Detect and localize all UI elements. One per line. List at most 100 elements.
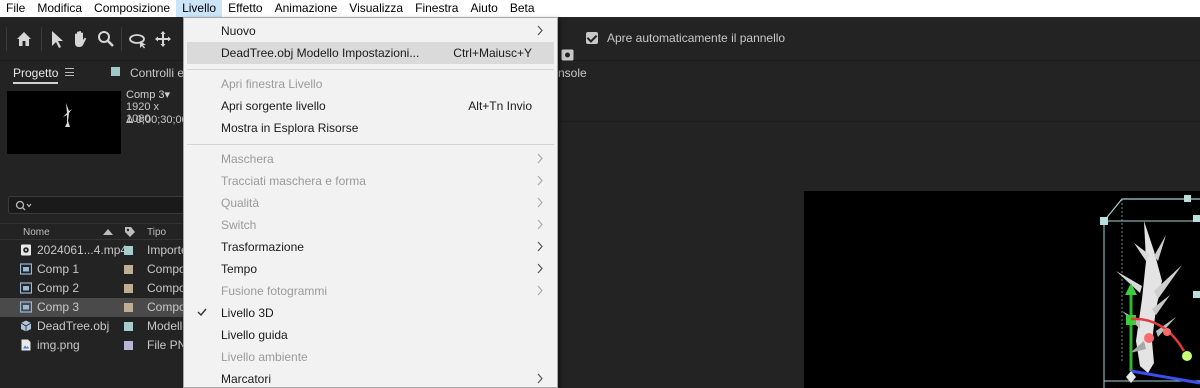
menu-finestra[interactable]: Finestra	[409, 0, 464, 17]
menu-item-label: Switch	[221, 218, 257, 232]
project-item[interactable]: 2024061...4.mp4 Importer	[0, 241, 184, 260]
menu-effetto[interactable]: Effetto	[222, 0, 268, 17]
search-icon	[15, 200, 32, 211]
home-icon[interactable]	[14, 29, 34, 49]
hand-tool-icon[interactable]	[70, 29, 90, 49]
menu-animazione[interactable]: Animazione	[269, 0, 344, 17]
tree-thumbnail-icon	[63, 103, 72, 127]
project-item-type: Modello	[147, 319, 184, 333]
orbit-camera-icon[interactable]	[128, 29, 148, 49]
project-item-name: 2024061...4.mp4	[37, 243, 128, 257]
project-item[interactable]: DeadTree.obj Modello	[0, 317, 184, 336]
menu-item-label: Marcatori	[221, 372, 272, 386]
comp-thumbnail	[7, 91, 121, 154]
auto-open-checkbox[interactable]	[586, 32, 598, 44]
menu-modifica[interactable]: Modifica	[31, 0, 88, 17]
toolbar-divider	[41, 27, 42, 51]
menu-aiuto[interactable]: Aiuto	[464, 0, 503, 17]
menu-item-shortcut: Ctrl+Maiusc+Y	[453, 46, 532, 60]
video-file-icon	[21, 244, 31, 256]
label-color-swatch[interactable]	[124, 284, 133, 293]
menu-item-label: Fusione fotogrammi	[221, 284, 328, 298]
menu-item-nuovo[interactable]: Nuovo	[184, 20, 557, 42]
label-tag-icon[interactable]	[124, 226, 136, 238]
menu-item-model-settings[interactable]: DeadTree.obj Modello Impostazioni... Ctr…	[187, 42, 554, 64]
sort-ascending-icon[interactable]	[103, 228, 113, 236]
menu-item-apri-sorgente-livello[interactable]: Apri sorgente livello Alt+Tn Invio	[184, 95, 557, 117]
comp-duration: Δ 0;00;30;00	[126, 114, 184, 126]
project-item-name: Comp 2	[37, 281, 80, 295]
submenu-arrow-icon	[537, 25, 543, 36]
menu-item-qualita: Qualità	[184, 192, 557, 214]
tab-project[interactable]: Progetto	[13, 66, 59, 84]
toolbar-grip	[6, 27, 7, 51]
project-item[interactable]: img.png File PNG	[0, 336, 184, 355]
project-item-name: img.png	[37, 338, 80, 352]
composition-icon	[20, 263, 32, 275]
menu-item-label: Livello 3D	[221, 306, 274, 320]
menu-item-label: Tempo	[221, 262, 258, 276]
menu-bar: File Modifica Composizione Livello Effet…	[0, 0, 1200, 17]
submenu-arrow-icon	[537, 153, 543, 164]
column-type[interactable]: Tipo	[147, 227, 166, 238]
selection-tool-icon[interactable]	[47, 29, 67, 49]
menu-item-marcatori[interactable]: Marcatori	[184, 368, 557, 387]
submenu-arrow-icon	[537, 197, 543, 208]
menu-item-mostra-esplora-risorse[interactable]: Mostra in Esplora Risorse	[184, 117, 557, 139]
menu-item-livello-ambiente: Livello ambiente	[184, 346, 557, 368]
snapshot-icon[interactable]	[561, 48, 574, 61]
menu-separator	[187, 144, 554, 145]
menu-item-trasformazione[interactable]: Trasformazione	[184, 236, 557, 258]
composition-icon	[20, 301, 32, 313]
project-item-type: Composizione	[147, 281, 184, 295]
menu-item-label: Tracciati maschera e forma	[221, 174, 366, 188]
auto-open-panel-toggle[interactable]: Apre automaticamente il pannello	[586, 31, 785, 45]
label-color-swatch[interactable]	[124, 246, 133, 255]
project-panel: Comp 3▾ 1920 x 1080 Δ 0;00;30;00 Nome Ti…	[0, 84, 184, 388]
label-color-swatch[interactable]	[124, 341, 133, 350]
viewer-header	[558, 84, 1200, 122]
menu-item-label: Livello ambiente	[221, 350, 308, 364]
tab-effect-controls[interactable]: Controlli effetti	[130, 66, 183, 80]
menu-livello[interactable]: Livello	[176, 0, 223, 17]
zoom-tool-icon[interactable]	[96, 29, 116, 49]
project-item-selected[interactable]: Comp 3 Composizione	[0, 298, 184, 317]
project-item[interactable]: Comp 1 Composizione	[0, 260, 184, 279]
checkmark-icon	[197, 308, 207, 316]
menu-item-fusione-fotogrammi: Fusione fotogrammi	[184, 280, 557, 302]
menu-item-tempo[interactable]: Tempo	[184, 258, 557, 280]
project-item-type: Composizione	[147, 262, 184, 276]
submenu-arrow-icon	[537, 175, 543, 186]
menu-item-maschera: Maschera	[184, 148, 557, 170]
menu-item-label: Maschera	[221, 152, 274, 166]
menu-item-switch: Switch	[184, 214, 557, 236]
3d-tree-layer[interactable]	[804, 191, 1200, 388]
menu-composizione[interactable]: Composizione	[88, 0, 176, 17]
label-color-swatch[interactable]	[124, 322, 133, 331]
menu-item-livello-3d[interactable]: Livello 3D	[184, 302, 557, 324]
submenu-arrow-icon	[537, 219, 543, 230]
tab-console[interactable]: nsole	[558, 66, 587, 80]
project-item[interactable]: Comp 2 Composizione	[0, 279, 184, 298]
menu-item-label: Apri finestra Livello	[221, 77, 323, 91]
menu-file[interactable]: File	[0, 0, 31, 17]
label-color-swatch[interactable]	[124, 303, 133, 312]
composition-icon	[20, 282, 32, 294]
tab-controls-color-swatch	[111, 67, 120, 76]
project-item-type: File PNG	[147, 338, 184, 352]
panel-menu-icon[interactable]	[65, 68, 74, 76]
comp-name[interactable]: Comp 3▾	[126, 88, 170, 101]
label-color-swatch[interactable]	[124, 265, 133, 274]
menu-visualizza[interactable]: Visualizza	[343, 0, 409, 17]
project-item-type: Composizione	[147, 300, 184, 314]
project-item-type: Importer	[147, 243, 184, 257]
image-file-icon	[21, 339, 31, 351]
move-camera-icon[interactable]	[153, 29, 173, 49]
menu-item-livello-guida[interactable]: Livello guida	[184, 324, 557, 346]
menu-beta[interactable]: Beta	[504, 0, 541, 17]
menu-item-shortcut: Alt+Tn Invio	[468, 99, 532, 113]
composition-canvas[interactable]	[804, 191, 1200, 388]
menu-item-apri-finestra-livello: Apri finestra Livello	[184, 73, 557, 95]
column-name[interactable]: Nome	[23, 227, 50, 238]
project-search-input[interactable]	[8, 196, 184, 214]
